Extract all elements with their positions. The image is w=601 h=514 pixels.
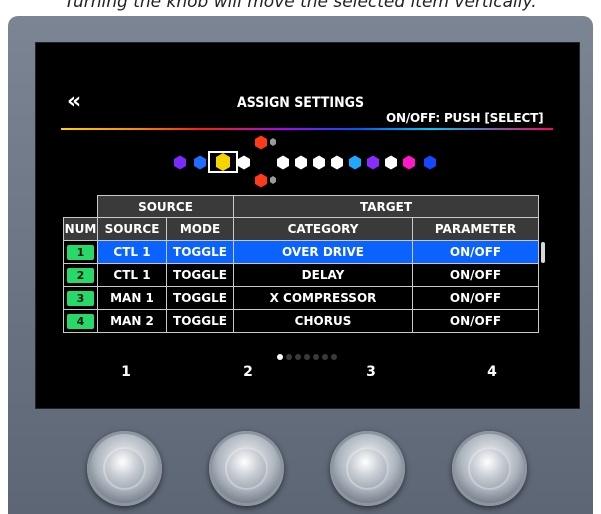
target-group-header: TARGET xyxy=(232,195,540,218)
hex-blue-icon[interactable] xyxy=(194,155,206,170)
mode-cell[interactable]: TOGGLE xyxy=(166,240,234,264)
column-header-category: CATEGORY xyxy=(233,217,413,241)
column-header-source: SOURCE xyxy=(97,217,167,241)
hex-white-5-icon[interactable] xyxy=(331,155,343,170)
hex-white-6-icon[interactable] xyxy=(385,155,397,170)
page-dot xyxy=(277,354,283,360)
num-badge: 2 xyxy=(67,268,94,283)
hex-white-icon[interactable] xyxy=(238,155,250,170)
table-row[interactable]: 2 CTL 1 TOGGLE DELAY ON/OFF xyxy=(63,263,540,287)
knob-3[interactable] xyxy=(330,431,405,506)
category-cell[interactable]: CHORUS xyxy=(233,309,413,333)
source-cell[interactable]: CTL 1 xyxy=(97,240,167,264)
knob-1[interactable] xyxy=(87,431,162,506)
source-group-header: SOURCE xyxy=(97,195,234,218)
mode-cell[interactable]: TOGGLE xyxy=(166,309,234,333)
hex-red-bottom-icon[interactable] xyxy=(255,173,267,188)
hint-text: ON/OFF: PUSH [SELECT] xyxy=(386,111,544,125)
category-cell[interactable]: OVER DRIVE xyxy=(233,240,413,264)
rainbow-divider xyxy=(61,128,553,130)
hex-cyan-icon[interactable] xyxy=(349,155,361,170)
num-cell: 1 xyxy=(63,240,98,264)
knob-label-2: 2 xyxy=(243,364,253,380)
page-dot xyxy=(304,354,310,360)
hex-blue-2-icon[interactable] xyxy=(424,155,436,170)
blank-header-cell xyxy=(63,195,98,218)
parameter-cell[interactable]: ON/OFF xyxy=(411,240,540,264)
num-cell: 2 xyxy=(63,263,98,287)
column-header-mode: MODE xyxy=(166,217,234,241)
parameter-cell[interactable]: ON/OFF xyxy=(411,263,540,287)
column-header-parameter: PARAMETER xyxy=(411,217,540,241)
mode-cell[interactable]: TOGGLE xyxy=(166,263,234,287)
source-cell[interactable]: MAN 1 xyxy=(97,286,167,310)
hex-white-3-icon[interactable] xyxy=(295,155,307,170)
column-header-num: NUM xyxy=(63,217,98,241)
page-dot xyxy=(313,354,319,360)
hex-yellow-selected-icon[interactable] xyxy=(216,153,230,171)
knob-2[interactable] xyxy=(209,431,284,506)
source-cell[interactable]: MAN 2 xyxy=(97,309,167,333)
parameter-cell[interactable]: ON/OFF xyxy=(411,286,540,310)
table-row[interactable]: 1 CTL 1 TOGGLE OVER DRIVE ON/OFF xyxy=(63,240,540,264)
hex-purple-icon[interactable] xyxy=(174,155,186,170)
num-badge: 1 xyxy=(67,245,94,260)
hex-white-4-icon[interactable] xyxy=(313,155,325,170)
num-cell: 3 xyxy=(63,286,98,310)
assign-table: SOURCE TARGET NUM SOURCE MODE CATEGORY P… xyxy=(63,195,540,333)
page-title: ASSIGN SETTINGS xyxy=(237,95,365,111)
page-dot xyxy=(295,354,301,360)
knob-label-3: 3 xyxy=(366,364,376,380)
num-cell: 4 xyxy=(63,309,98,333)
table-row[interactable]: 4 MAN 2 TOGGLE CHORUS ON/OFF xyxy=(63,309,540,333)
source-cell[interactable]: CTL 1 xyxy=(97,263,167,287)
hex-gray-small-icon xyxy=(270,138,276,146)
page: Turning the knob will move the selected … xyxy=(0,0,601,514)
knob-label-4: 4 xyxy=(487,364,497,380)
back-button[interactable]: « xyxy=(67,89,81,114)
hex-magenta-icon[interactable] xyxy=(403,155,415,170)
num-badge: 3 xyxy=(67,291,94,306)
category-cell[interactable]: DELAY xyxy=(233,263,413,287)
num-badge: 4 xyxy=(67,314,94,329)
hex-purple-2-icon[interactable] xyxy=(367,155,379,170)
knob-label-1: 1 xyxy=(121,364,131,380)
hex-white-2-icon[interactable] xyxy=(277,155,289,170)
effect-chain xyxy=(174,135,436,188)
hex-red-top-icon[interactable] xyxy=(255,135,267,150)
table-scrollbar[interactable] xyxy=(541,242,545,263)
table-row[interactable]: 3 MAN 1 TOGGLE X COMPRESSOR ON/OFF xyxy=(63,286,540,310)
parameter-cell[interactable]: ON/OFF xyxy=(411,309,540,333)
page-dot xyxy=(322,354,328,360)
knob-4[interactable] xyxy=(452,431,527,506)
mode-cell[interactable]: TOGGLE xyxy=(166,286,234,310)
category-cell[interactable]: X COMPRESSOR xyxy=(233,286,413,310)
page-indicator xyxy=(277,345,340,360)
page-dot xyxy=(286,354,292,360)
page-dot xyxy=(331,354,337,360)
hex-gray-bottom-icon xyxy=(270,176,276,184)
